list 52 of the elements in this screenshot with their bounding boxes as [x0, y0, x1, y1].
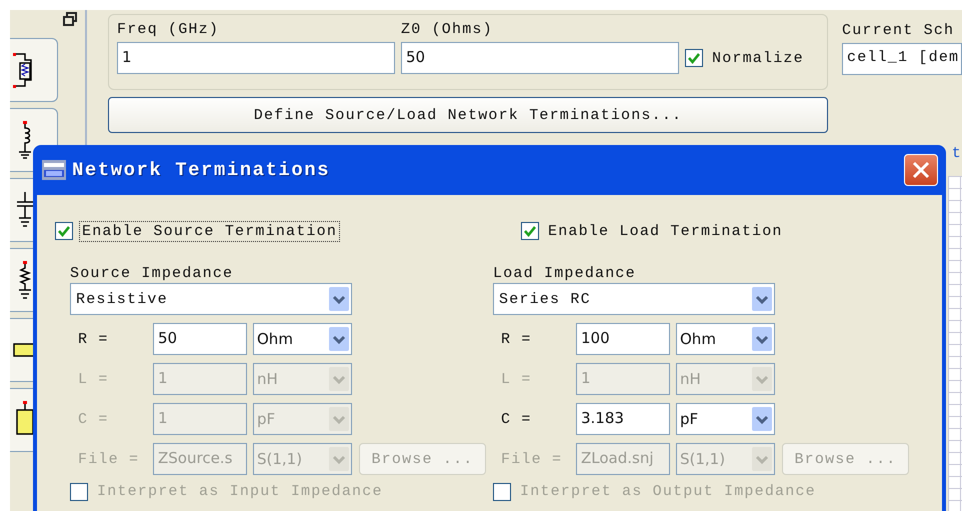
caret-icon: [752, 287, 772, 311]
palette-button[interactable]: [10, 38, 58, 102]
check-icon: [688, 52, 700, 64]
caret-icon: [752, 407, 772, 431]
input-field[interactable]: 50: [401, 42, 679, 74]
checkbox[interactable]: [55, 222, 73, 240]
check-icon: [524, 225, 536, 237]
window-title: Network Terminations: [72, 159, 332, 181]
checkbox-label[interactable]: Enable Load Termination: [545, 220, 786, 242]
caret-icon: [329, 407, 349, 431]
field-label: Current Sch: [842, 22, 956, 39]
caret-icon: [752, 327, 772, 351]
input-field[interactable]: 50: [153, 323, 247, 355]
field-label: File =: [77, 450, 140, 468]
checkbox[interactable]: [70, 482, 88, 500]
caret-icon: [329, 367, 349, 391]
field-label: Z0 (Ohms): [401, 21, 494, 38]
dropdown[interactable]: Ohm: [676, 323, 775, 355]
dropdown[interactable]: Series RC: [493, 283, 775, 315]
field-label: R =: [500, 330, 533, 348]
input-field[interactable]: cell_1 [dem: [842, 43, 962, 75]
field-label: L =: [500, 370, 533, 388]
field-label: File =: [500, 450, 564, 468]
checkbox[interactable]: [493, 482, 511, 500]
plot-title: t: [952, 145, 962, 162]
input-field[interactable]: 1: [117, 42, 395, 74]
close-icon: [912, 161, 930, 179]
caret-icon: [752, 447, 772, 471]
caret-icon: [329, 327, 349, 351]
field-label: R =: [77, 330, 110, 348]
caret-icon: [329, 287, 349, 311]
field-label: C =: [500, 410, 533, 428]
section-label: Load Impedance: [493, 265, 637, 282]
app-logo-icon: [42, 160, 66, 180]
checkbox[interactable]: [685, 49, 703, 67]
check-icon: [58, 225, 70, 237]
dropdown[interactable]: Ohm: [253, 323, 352, 355]
field-label: C =: [77, 410, 110, 428]
checkbox-label[interactable]: Enable Source Termination: [79, 220, 340, 242]
dropdown[interactable]: pF: [676, 403, 775, 435]
dropdown[interactable]: Resistive: [70, 283, 352, 315]
field-label: Freq (GHz): [117, 21, 220, 38]
input-field[interactable]: 100: [576, 323, 670, 355]
close-button[interactable]: [904, 154, 938, 186]
checkbox-label[interactable]: Normalize: [709, 48, 807, 68]
section-label: Source Impedance: [70, 265, 234, 282]
caret-icon: [752, 367, 772, 391]
define-terminations-button[interactable]: Define Source/Load Network Terminations...: [108, 97, 828, 133]
caret-icon: [329, 447, 349, 471]
checkbox[interactable]: [521, 222, 539, 240]
input-field[interactable]: 3.183: [576, 403, 670, 435]
field-label: L =: [77, 370, 110, 388]
